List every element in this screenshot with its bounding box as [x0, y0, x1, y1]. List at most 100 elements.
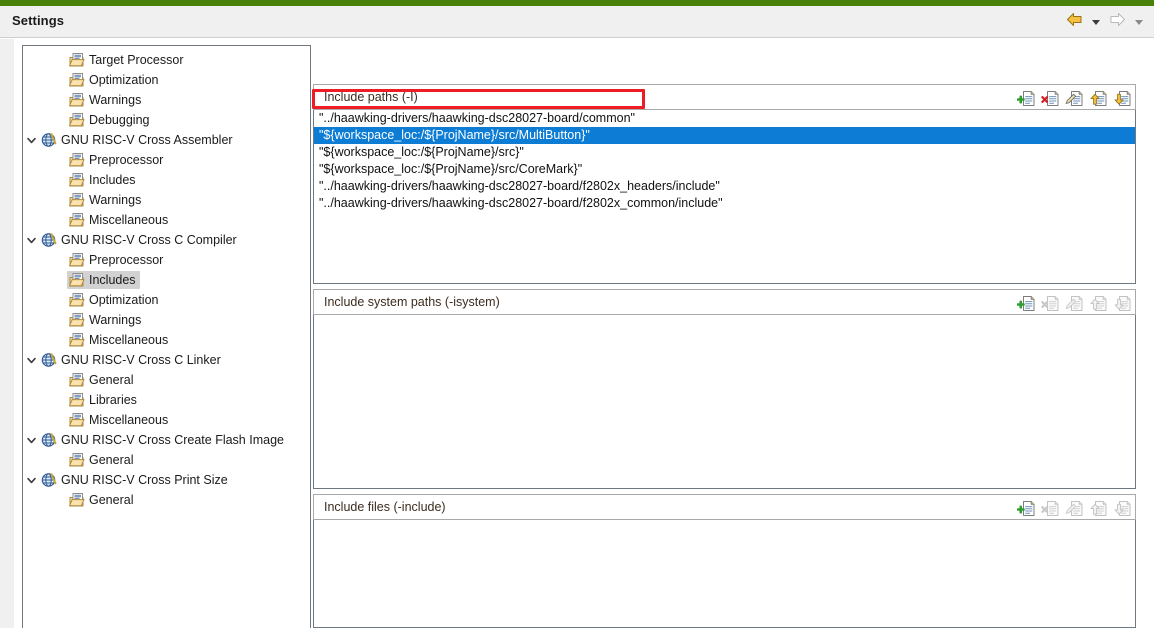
panel-include-files-include: Include files (-include) [313, 494, 1136, 628]
tree-item-label: Target Processor [89, 53, 184, 67]
tree-item-label: Miscellaneous [89, 333, 169, 347]
folder-page-icon [68, 212, 85, 228]
move-up-icon-2 [1087, 292, 1109, 314]
tree-item-label: Libraries [89, 393, 137, 407]
panel-toolbar [1015, 496, 1133, 520]
path-row[interactable]: "../haawking-drivers/haawking-dsc28027-b… [314, 195, 1135, 212]
folder-page-icon [68, 312, 85, 328]
tree-item-general[interactable]: General [23, 490, 310, 510]
edit-icon-3 [1063, 497, 1085, 519]
panel-title: Include paths (-I) [324, 90, 418, 104]
tree-item-label: Optimization [89, 293, 159, 307]
panel-title: Include system paths (-isystem) [324, 295, 500, 309]
folder-page-icon [68, 292, 85, 308]
tree-item-label: GNU RISC-V Cross C Compiler [61, 233, 237, 247]
tool-globe-icon [40, 232, 57, 248]
tree-item-includes[interactable]: Includes [23, 270, 310, 290]
edit-icon-1[interactable] [1063, 87, 1085, 109]
page-title: Settings [12, 13, 65, 28]
panel-title: Include files (-include) [324, 500, 446, 514]
panel-header: Include paths (-I) [313, 84, 1136, 110]
tree-item-debugging[interactable]: Debugging [23, 110, 310, 130]
tree-item-gnu-risc-v-cross-c-linker[interactable]: GNU RISC-V Cross C Linker [23, 350, 310, 370]
folder-page-icon [68, 52, 85, 68]
folder-page-icon [68, 412, 85, 428]
move-up-icon-3 [1087, 497, 1109, 519]
tree-item-gnu-risc-v-cross-c-compiler[interactable]: GNU RISC-V Cross C Compiler [23, 230, 310, 250]
panel-include-paths-i: Include paths (-I) "../haawking-drivers/h… [313, 84, 1136, 284]
path-row[interactable]: "${workspace_loc:/${ProjName}/src/CoreMa… [314, 161, 1135, 178]
forward-button[interactable] [1105, 10, 1129, 34]
tree-item-label: Miscellaneous [89, 213, 169, 227]
panel-header: Include files (-include) [313, 494, 1136, 520]
tree-item-gnu-risc-v-cross-create-flash-image[interactable]: GNU RISC-V Cross Create Flash Image [23, 430, 310, 450]
tree-twisty-expanded-icon[interactable] [23, 430, 39, 450]
folder-page-icon [68, 252, 85, 268]
tree-twisty-expanded-icon[interactable] [23, 130, 39, 150]
folder-page-icon [68, 92, 85, 108]
add-icon-3[interactable] [1015, 497, 1037, 519]
forward-history-dropdown[interactable] [1131, 10, 1146, 34]
tree-item-miscellaneous[interactable]: Miscellaneous [23, 410, 310, 430]
tree-item-target-processor[interactable]: Target Processor [23, 50, 310, 70]
tree-item-label: GNU RISC-V Cross Assembler [61, 133, 233, 147]
folder-page-icon [68, 192, 85, 208]
chevron-down-icon [1091, 19, 1100, 25]
move-down-icon-1[interactable] [1111, 87, 1133, 109]
tree-item-warnings[interactable]: Warnings [23, 310, 310, 330]
back-button[interactable] [1062, 10, 1086, 34]
folder-page-icon [68, 72, 85, 88]
tree-twisty-expanded-icon[interactable] [23, 350, 39, 370]
settings-content: Target Processor Optimization Warnings Debu… [0, 39, 1154, 628]
path-row[interactable]: "${workspace_loc:/${ProjName}/src}" [314, 144, 1135, 161]
tree-item-general[interactable]: General [23, 370, 310, 390]
window-gutter [0, 39, 14, 628]
settings-window: Settings Target Processor Optimization W… [0, 0, 1154, 628]
tree-item-optimization[interactable]: Optimization [23, 290, 310, 310]
navigation-controls [1062, 10, 1146, 34]
tree-item-warnings[interactable]: Warnings [23, 90, 310, 110]
tree-item-warnings[interactable]: Warnings [23, 190, 310, 210]
tree-item-gnu-risc-v-cross-print-size[interactable]: GNU RISC-V Cross Print Size [23, 470, 310, 490]
delete-icon-3 [1039, 497, 1061, 519]
add-icon-1[interactable] [1015, 87, 1037, 109]
tree-item-miscellaneous[interactable]: Miscellaneous [23, 330, 310, 350]
folder-page-icon [68, 172, 85, 188]
delete-icon-1[interactable] [1039, 87, 1061, 109]
tree-item-general[interactable]: General [23, 450, 310, 470]
tree-twisty-expanded-icon[interactable] [23, 230, 39, 250]
panel-list[interactable] [313, 520, 1136, 628]
tree-item-label: General [89, 493, 134, 507]
panel-toolbar [1015, 86, 1133, 110]
path-row[interactable]: "../haawking-drivers/haawking-dsc28027-b… [314, 178, 1135, 195]
back-history-dropdown[interactable] [1088, 10, 1103, 34]
path-row-selected[interactable]: "${workspace_loc:/${ProjName}/src/MultiB… [314, 127, 1135, 144]
tree-item-preprocessor[interactable]: Preprocessor [23, 150, 310, 170]
tree-item-gnu-risc-v-cross-assembler[interactable]: GNU RISC-V Cross Assembler [23, 130, 310, 150]
move-up-icon-1[interactable] [1087, 87, 1109, 109]
settings-tree-panel[interactable]: Target Processor Optimization Warnings Debu… [22, 45, 311, 628]
tree-item-preprocessor[interactable]: Preprocessor [23, 250, 310, 270]
tree-item-label: General [89, 373, 134, 387]
path-row[interactable]: "../haawking-drivers/haawking-dsc28027-b… [314, 110, 1135, 127]
tree-item-libraries[interactable]: Libraries [23, 390, 310, 410]
tree-item-label: GNU RISC-V Cross C Linker [61, 353, 221, 367]
tree-item-optimization[interactable]: Optimization [23, 70, 310, 90]
tree-twisty-expanded-icon[interactable] [23, 470, 39, 490]
folder-page-icon [68, 372, 85, 388]
panel-list[interactable]: "../haawking-drivers/haawking-dsc28027-b… [313, 110, 1136, 284]
panel-list[interactable] [313, 315, 1136, 489]
folder-page-icon [68, 112, 85, 128]
folder-page-icon [68, 492, 85, 508]
forward-arrow-icon [1109, 12, 1126, 32]
settings-tree: Target Processor Optimization Warnings Debu… [23, 46, 310, 510]
panel-include-system-paths-isystem: Include system paths (-isystem) [313, 289, 1136, 489]
tree-item-label: Includes [89, 273, 136, 287]
tree-item-label: Preprocessor [89, 253, 164, 267]
tree-item-includes[interactable]: Includes [23, 170, 310, 190]
tree-item-label: Preprocessor [89, 153, 164, 167]
tool-globe-icon [40, 132, 57, 148]
add-icon-2[interactable] [1015, 292, 1037, 314]
tree-item-label: Debugging [89, 113, 150, 127]
tree-item-miscellaneous[interactable]: Miscellaneous [23, 210, 310, 230]
